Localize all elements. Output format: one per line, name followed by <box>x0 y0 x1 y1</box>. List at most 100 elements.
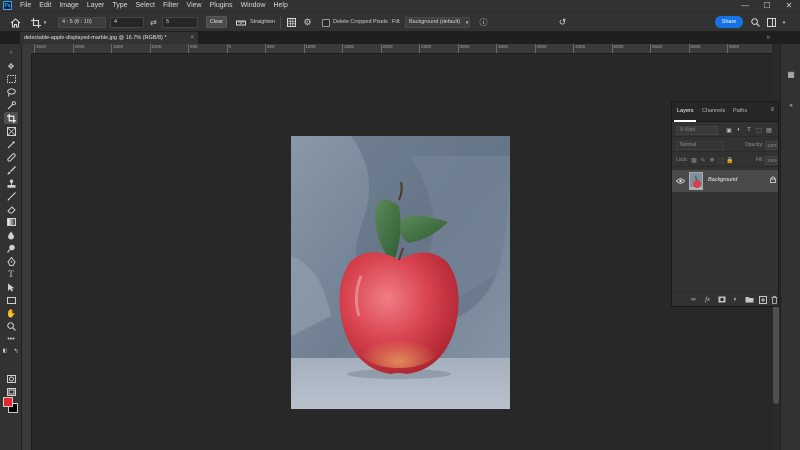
chevron-down-icon[interactable]: ▾ <box>42 17 48 28</box>
frame-tool-icon[interactable] <box>4 125 18 137</box>
reset-icon[interactable]: ↺ <box>557 17 568 28</box>
info-icon[interactable]: ⓘ <box>478 17 489 28</box>
swap-icon[interactable]: ⇄ <box>148 17 159 28</box>
link-icon[interactable]: ∞ <box>689 295 698 304</box>
menu-image[interactable]: Image <box>55 0 82 11</box>
type-tool-icon[interactable]: T <box>4 268 18 280</box>
menu-type[interactable]: Type <box>108 0 131 11</box>
lock-image-icon[interactable]: ✎ <box>699 156 707 164</box>
overlay-grid-icon[interactable] <box>286 17 297 28</box>
straighten-icon[interactable] <box>235 17 246 28</box>
opacity-input[interactable]: 100% <box>765 141 778 150</box>
more-tools-icon[interactable]: ••• <box>4 333 18 345</box>
lock-all-icon[interactable]: 🔒 <box>726 156 734 164</box>
dock-collapse-icon[interactable]: « <box>785 100 797 112</box>
move-tool-icon[interactable]: ✥ <box>4 60 18 72</box>
share-button[interactable]: Share <box>715 16 743 28</box>
menu-layer[interactable]: Layer <box>83 0 109 11</box>
close-tab-icon[interactable]: × <box>190 32 194 44</box>
rectangle-tool-icon[interactable] <box>4 294 18 306</box>
lock-artboard-icon[interactable]: ⬚ <box>717 156 725 164</box>
blend-mode-select[interactable]: Normal <box>676 141 724 150</box>
chevron-down-icon[interactable]: ▾ <box>464 17 470 28</box>
folder-icon[interactable] <box>745 295 754 304</box>
blur-tool-icon[interactable] <box>4 229 18 241</box>
quick-selection-tool-icon[interactable] <box>4 99 18 111</box>
eye-icon[interactable] <box>676 177 685 185</box>
hand-tool-icon[interactable]: ✋ <box>4 307 18 319</box>
trash-icon[interactable] <box>770 295 779 304</box>
lock-position-icon[interactable]: ✥ <box>708 156 716 164</box>
tab-channels[interactable]: Channels <box>702 108 725 114</box>
toolbar-collapse-icon[interactable]: » <box>4 47 18 59</box>
foreground-color-swatch[interactable] <box>3 397 13 407</box>
delete-cropped-checkbox[interactable] <box>322 19 330 27</box>
crop-width-input[interactable]: 4 <box>110 17 144 28</box>
menu-help[interactable]: Help <box>269 0 291 11</box>
menu-select[interactable]: Select <box>132 0 159 11</box>
quick-mask-icon[interactable] <box>4 373 18 385</box>
fx-icon[interactable]: fx <box>703 295 712 304</box>
brush-tool-icon[interactable] <box>4 164 18 176</box>
straighten-label[interactable]: Straighten <box>250 18 275 27</box>
filter-adjustment-icon[interactable]: ◐ <box>735 126 743 134</box>
aspect-ratio-select[interactable]: 4 : 5 (8 : 10) <box>58 17 106 28</box>
dodge-tool-icon[interactable] <box>4 242 18 254</box>
vertical-ruler[interactable] <box>22 54 32 450</box>
menu-edit[interactable]: Edit <box>35 0 55 11</box>
crop-tool-preset-icon[interactable] <box>30 17 41 28</box>
eyedropper-tool-icon[interactable] <box>4 138 18 150</box>
crop-tool-icon[interactable] <box>4 112 18 124</box>
properties-icon[interactable]: ▦ <box>785 68 797 80</box>
menu-plugins[interactable]: Plugins <box>206 0 237 11</box>
history-brush-tool-icon[interactable] <box>4 190 18 202</box>
path-selection-tool-icon[interactable] <box>4 281 18 293</box>
menu-view[interactable]: View <box>183 0 206 11</box>
search-icon[interactable] <box>750 17 761 28</box>
home-icon[interactable] <box>9 16 22 29</box>
lock-transparent-icon[interactable]: ▩ <box>690 156 698 164</box>
filter-type-icon[interactable]: T <box>745 126 753 134</box>
lock-icon[interactable] <box>770 176 776 185</box>
document-image[interactable] <box>291 136 510 409</box>
gradient-tool-icon[interactable] <box>4 216 18 228</box>
adjustment-icon[interactable]: ◐ <box>731 295 740 304</box>
fill-select[interactable]: Background (default) <box>405 17 470 28</box>
pen-tool-icon[interactable] <box>4 255 18 267</box>
eraser-tool-icon[interactable] <box>4 203 18 215</box>
panel-menu-icon[interactable]: ≡ <box>770 107 774 113</box>
workspace-icon[interactable] <box>766 17 777 28</box>
filter-pixel-icon[interactable]: ▣ <box>725 126 733 134</box>
menu-filter[interactable]: Filter <box>159 0 183 11</box>
fill-input[interactable]: 100% <box>765 156 778 165</box>
layer-row-background[interactable]: Background <box>672 170 778 192</box>
maximize-button[interactable]: ☐ <box>757 0 777 11</box>
marquee-tool-icon[interactable] <box>4 73 18 85</box>
tab-paths[interactable]: Paths <box>733 108 747 114</box>
layer-name[interactable]: Background <box>708 177 737 183</box>
gear-icon[interactable]: ⚙ <box>302 17 313 28</box>
healing-brush-tool-icon[interactable] <box>4 151 18 163</box>
clear-button[interactable]: Clear <box>206 16 227 28</box>
menu-window[interactable]: Window <box>237 0 270 11</box>
filter-smart-object-icon[interactable]: ▤ <box>765 126 773 134</box>
tab-layers[interactable]: Layers <box>677 108 694 114</box>
chevron-down-icon[interactable]: ▾ <box>781 17 787 28</box>
lasso-tool-icon[interactable] <box>4 86 18 98</box>
close-window-button[interactable]: ✕ <box>779 0 799 11</box>
filter-shape-icon[interactable]: ⬚ <box>755 126 763 134</box>
minimize-button[interactable]: — <box>735 0 755 11</box>
new-layer-icon[interactable] <box>758 295 767 304</box>
menu-file[interactable]: File <box>16 0 35 11</box>
horizontal-ruler[interactable]: 2500 2000 1500 1000 500 0 500 1000 1500 2000 2500 3… <box>32 44 772 54</box>
clone-stamp-tool-icon[interactable] <box>4 177 18 189</box>
mask-icon[interactable] <box>717 295 726 304</box>
delete-cropped-label[interactable]: Delete Cropped Pixels <box>333 18 388 27</box>
swap-colors-icon[interactable]: ↰ <box>12 345 20 357</box>
tab-overflow-icon[interactable]: » <box>767 32 770 44</box>
layer-kind-filter[interactable]: ⚲ Kind <box>676 126 718 135</box>
scrollbar-thumb[interactable] <box>773 304 779 404</box>
default-colors-icon[interactable]: ◧ <box>1 345 9 357</box>
document-tab[interactable]: delectable-apple-displayed-marble.jpg @ … <box>20 32 198 44</box>
zoom-tool-icon[interactable] <box>4 320 18 332</box>
